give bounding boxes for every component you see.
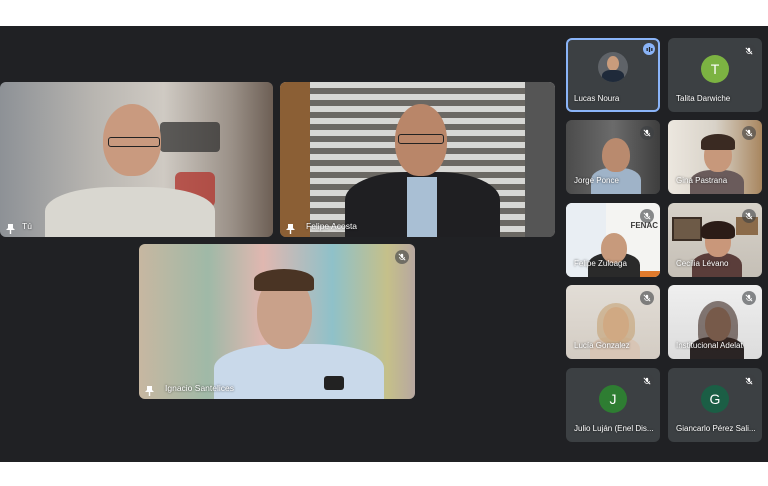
video-tile-julio-lujan[interactable]: J Julio Luján (Enel Dis...: [566, 368, 660, 442]
video-tile-felipe-zuloaga[interactable]: FENAC Felipe Zuloaga: [566, 203, 660, 277]
participant-name: Cecilia Lévano: [676, 259, 729, 268]
video-tile-self[interactable]: Tú: [0, 82, 273, 237]
mic-off-icon: [640, 126, 654, 140]
video-tile-talita-darwiche[interactable]: T Talita Darwiche: [668, 38, 762, 112]
mic-off-icon: [395, 250, 409, 264]
avatar: G: [701, 385, 729, 413]
video-tile-cecilia-levano[interactable]: Cecilia Lévano: [668, 203, 762, 277]
pin-icon[interactable]: [286, 221, 295, 234]
meeting-grid: Tú Felipe Acosta Ignacio Santelices Luca…: [0, 26, 768, 462]
mic-off-icon: [742, 44, 756, 58]
video-tile-felipe-acosta[interactable]: Felipe Acosta: [280, 82, 555, 237]
participant-name: Institucional Adelat: [676, 341, 743, 350]
avatar: [598, 52, 628, 82]
video-tile-institucional-adelat[interactable]: Institucional Adelat: [668, 285, 762, 359]
video-tile-gina-pastrana[interactable]: Gina Pastrana: [668, 120, 762, 194]
participant-name: Giancarlo Pérez Sali...: [676, 424, 756, 433]
mic-off-icon: [742, 126, 756, 140]
participant-name: Ignacio Santelices: [165, 383, 234, 393]
speaking-indicator-icon: [643, 43, 655, 55]
participant-name: Tú: [22, 221, 32, 231]
video-feed: [139, 244, 415, 399]
mic-off-icon: [742, 209, 756, 223]
avatar: J: [599, 385, 627, 413]
participant-name: Jorge Ponce: [574, 176, 619, 185]
avatar: T: [701, 55, 729, 83]
video-feed: [0, 82, 273, 237]
video-feed: [280, 82, 555, 237]
mic-off-icon: [742, 291, 756, 305]
participant-name: Felipe Zuloaga: [574, 259, 627, 268]
video-tile-jorge-ponce[interactable]: Jorge Ponce: [566, 120, 660, 194]
participant-name: Lucía Gonzalez: [574, 341, 630, 350]
participant-name: Talita Darwiche: [676, 94, 731, 103]
participant-name: Julio Luján (Enel Dis...: [574, 424, 654, 433]
mic-off-icon: [742, 374, 756, 388]
mic-off-icon: [640, 374, 654, 388]
pin-icon[interactable]: [6, 221, 15, 234]
participant-name: Lucas Noura: [574, 94, 620, 103]
participant-name: Felipe Acosta: [306, 221, 358, 231]
video-tile-lucia-gonzalez[interactable]: Lucía Gonzalez: [566, 285, 660, 359]
video-tile-lucas-noura[interactable]: Lucas Noura: [566, 38, 660, 112]
video-tile-ignacio-santelices[interactable]: Ignacio Santelices: [139, 244, 415, 399]
pin-icon[interactable]: [145, 383, 154, 396]
mic-off-icon: [640, 209, 654, 223]
participant-name: Gina Pastrana: [676, 176, 728, 185]
video-tile-giancarlo-perez[interactable]: G Giancarlo Pérez Sali...: [668, 368, 762, 442]
mic-off-icon: [640, 291, 654, 305]
